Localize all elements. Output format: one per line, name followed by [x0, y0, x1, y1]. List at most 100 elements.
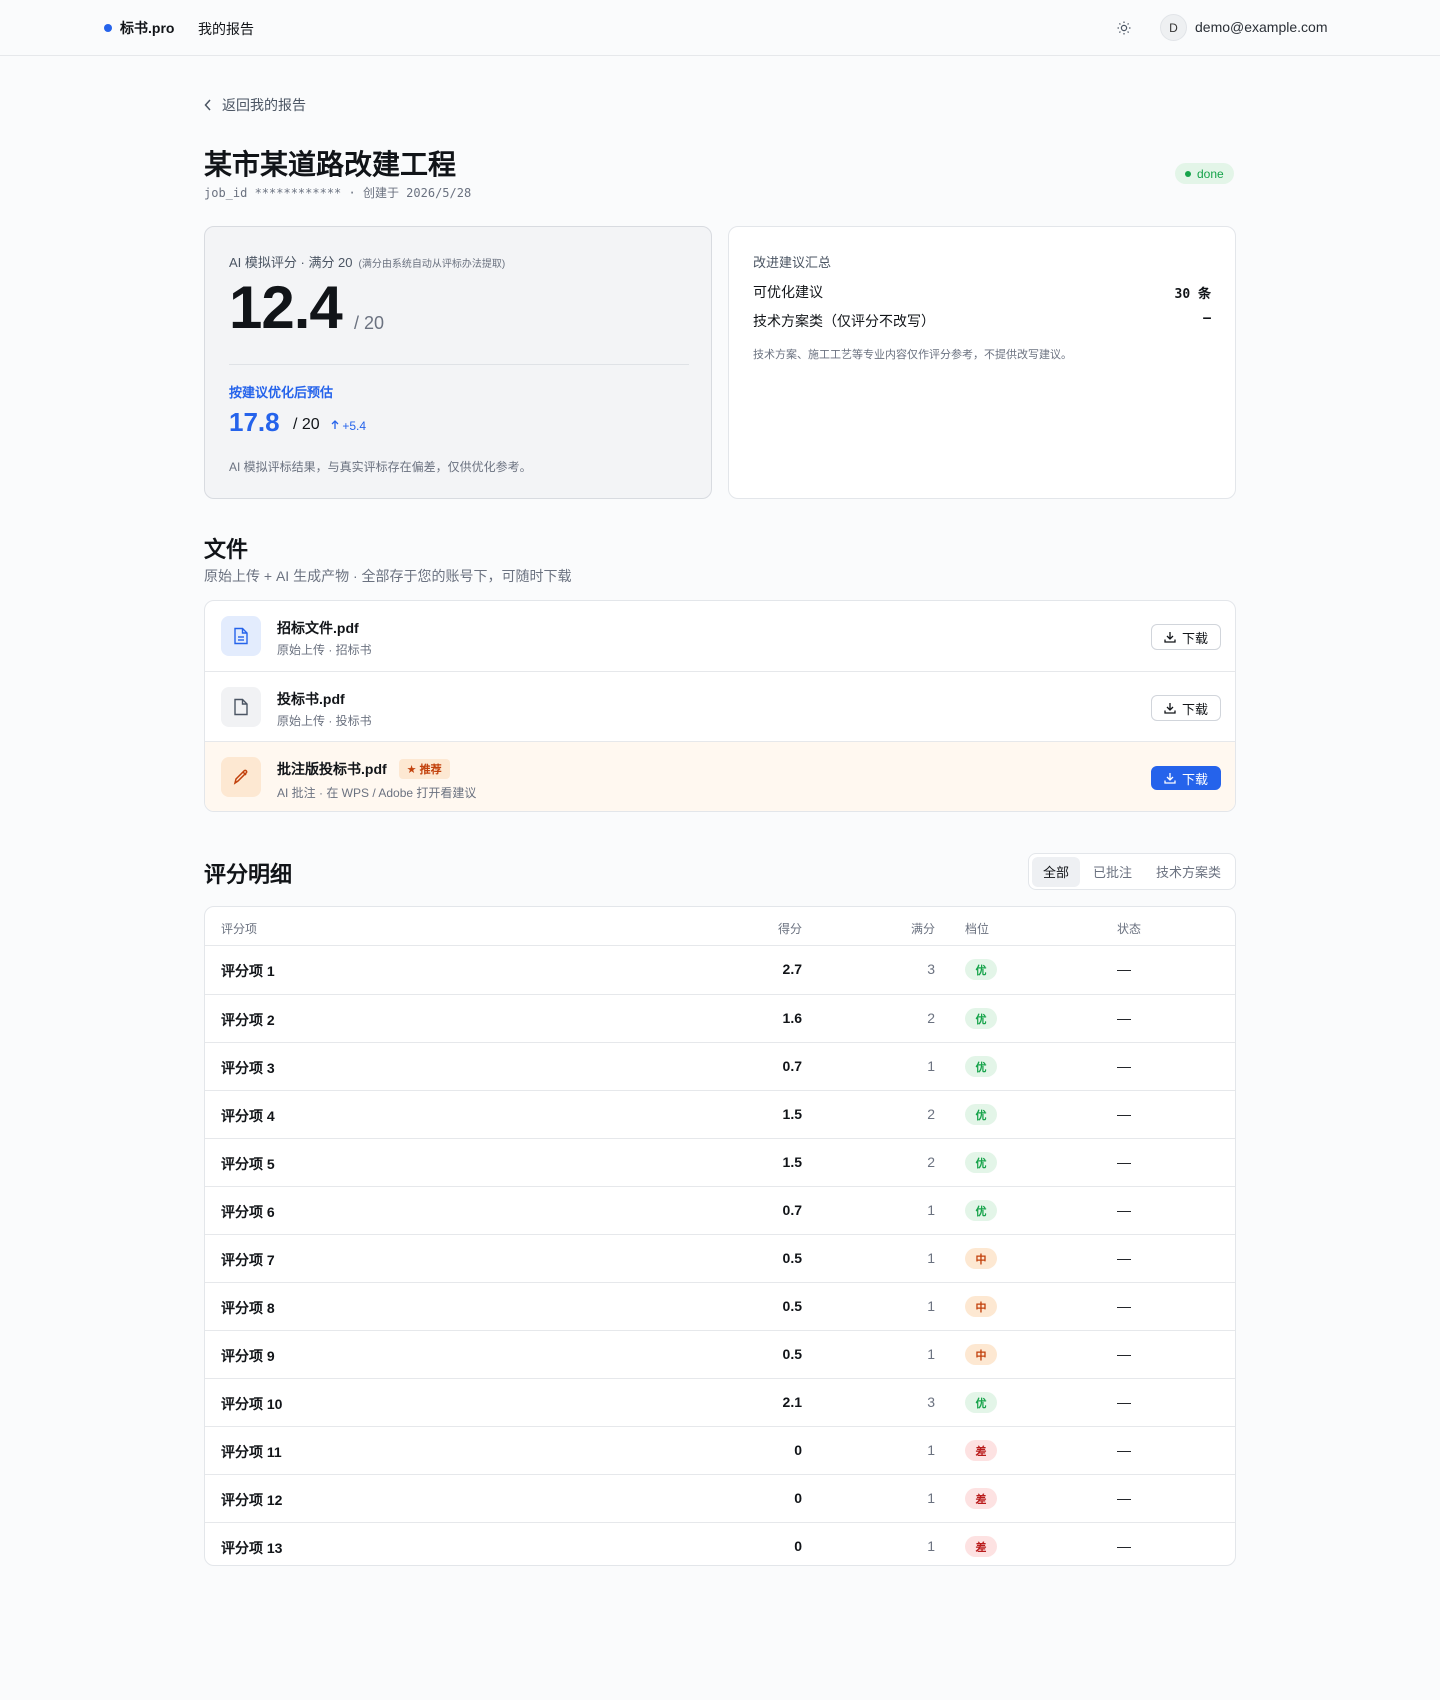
- item-name: 评分项 7: [221, 1252, 275, 1268]
- file-description: 原始上传 · 招标书: [277, 643, 372, 657]
- user-email[interactable]: demo@example.com: [1195, 19, 1328, 35]
- file-name-text: 批注版投标书.pdf: [277, 761, 387, 777]
- download-button[interactable]: 下载: [1151, 624, 1221, 650]
- item-max: 1: [927, 1058, 935, 1074]
- table-row[interactable]: 评分项 12 0 1 差 —: [205, 1474, 1235, 1522]
- table-row[interactable]: 评分项 11 0 1 差 —: [205, 1426, 1235, 1474]
- table-row[interactable]: 评分项 4 1.5 2 优 —: [205, 1090, 1235, 1138]
- chevron-left-icon: [204, 99, 211, 111]
- item-name: 评分项 10: [221, 1396, 283, 1412]
- download-button-primary[interactable]: 下载: [1151, 766, 1221, 790]
- grade-badge: 差: [965, 1488, 997, 1509]
- back-link[interactable]: 返回我的报告: [204, 95, 306, 115]
- item-status: —: [1117, 961, 1131, 977]
- item-score: 0: [794, 1442, 802, 1458]
- grade-badge: 优: [965, 1104, 997, 1125]
- download-icon: [1164, 632, 1176, 643]
- table-row[interactable]: 评分项 13 0 1 差 —: [205, 1522, 1235, 1565]
- item-name: 评分项 1: [221, 963, 275, 979]
- item-status: —: [1117, 1298, 1131, 1314]
- summary-row-value: 30 条: [1174, 287, 1211, 302]
- item-name: 评分项 8: [221, 1300, 275, 1316]
- table-row[interactable]: 评分项 3 0.7 1 优 —: [205, 1042, 1235, 1090]
- item-name: 评分项 6: [221, 1204, 275, 1220]
- tab-all[interactable]: 全部: [1032, 856, 1080, 887]
- item-max: 2: [927, 1010, 935, 1026]
- download-label: 下载: [1181, 630, 1208, 646]
- item-score: 0: [794, 1490, 802, 1506]
- item-max: 1: [927, 1490, 935, 1506]
- grade-badge: 中: [965, 1344, 997, 1365]
- item-score: 0.5: [782, 1298, 802, 1314]
- grade-badge: 中: [965, 1296, 997, 1317]
- table-row[interactable]: 评分项 2 1.6 2 优 —: [205, 994, 1235, 1042]
- file-name: 批注版投标书.pdf ★ 推荐: [277, 759, 450, 779]
- col-score: 得分: [777, 922, 802, 936]
- col-item: 评分项: [221, 922, 258, 936]
- item-status: —: [1117, 1394, 1131, 1410]
- item-status: —: [1117, 1442, 1131, 1458]
- item-score: 0: [794, 1538, 802, 1554]
- table-row[interactable]: 评分项 7 0.5 1 中 —: [205, 1234, 1235, 1282]
- col-grade: 档位: [965, 922, 990, 936]
- file-row: 招标文件.pdf 原始上传 · 招标书 下载: [205, 601, 1235, 671]
- avatar[interactable]: D: [1160, 14, 1187, 41]
- item-max: 3: [927, 961, 935, 977]
- grade-badge: 优: [965, 1392, 997, 1413]
- item-score: 1.5: [782, 1154, 802, 1170]
- summary-row-label: 可优化建议: [753, 284, 823, 300]
- item-max: 3: [927, 1394, 935, 1410]
- file-row: 投标书.pdf 原始上传 · 投标书 下载: [205, 671, 1235, 741]
- file-description: 原始上传 · 投标书: [277, 714, 372, 728]
- score-label: AI 模拟评分 · 满分 20 (满分由系统自动从评标办法提取): [229, 252, 505, 271]
- item-score: 1.5: [782, 1106, 802, 1122]
- table-row[interactable]: 评分项 10 2.1 3 优 —: [205, 1378, 1235, 1426]
- download-label: 下载: [1181, 771, 1208, 787]
- item-max: 2: [927, 1106, 935, 1122]
- arrow-up-icon: [331, 420, 339, 429]
- item-status: —: [1117, 1346, 1131, 1362]
- summary-title: 改进建议汇总: [753, 255, 832, 270]
- table-row[interactable]: 评分项 5 1.5 2 优 —: [205, 1138, 1235, 1186]
- item-name: 评分项 13: [221, 1540, 283, 1556]
- item-status: —: [1117, 1538, 1131, 1554]
- score-label-note: (满分由系统自动从评标办法提取): [358, 259, 506, 270]
- tab-technical[interactable]: 技术方案类: [1145, 857, 1232, 887]
- nav-my-reports[interactable]: 我的报告: [198, 19, 254, 39]
- file-name: 招标文件.pdf: [277, 618, 359, 638]
- brand-dot-icon: [104, 24, 112, 32]
- table-row[interactable]: 评分项 1 2.7 3 优 —: [205, 946, 1235, 994]
- pencil-icon: [221, 757, 261, 797]
- theme-toggle-sun-icon[interactable]: [1114, 18, 1134, 38]
- item-name: 评分项 2: [221, 1012, 275, 1028]
- table-row[interactable]: 评分项 6 0.7 1 优 —: [205, 1186, 1235, 1234]
- item-name: 评分项 3: [221, 1060, 275, 1076]
- top-nav: 标书.pro 我的报告 D demo@example.com: [0, 0, 1440, 56]
- optimized-score: 17.8: [229, 407, 280, 437]
- grade-badge: 中: [965, 1248, 997, 1269]
- score-table: 评分项 得分 满分 档位 状态 评分项 1 2.7 3 优 — 评分项 2 1.6 2 优 — 评分…: [204, 906, 1236, 1566]
- filter-tabs: 全部 已批注 技术方案类: [1028, 853, 1236, 890]
- score-divider: [229, 364, 689, 365]
- item-status: —: [1117, 1058, 1131, 1074]
- item-score: 0.7: [782, 1058, 802, 1074]
- item-score: 0.7: [782, 1202, 802, 1218]
- download-label: 下载: [1181, 701, 1208, 717]
- col-status: 状态: [1117, 922, 1142, 936]
- item-max: 1: [927, 1202, 935, 1218]
- status-dot-icon: [1185, 170, 1191, 177]
- summary-row-label: 技术方案类（仅评分不改写）: [753, 313, 935, 329]
- page-title: 某市某道路改建工程: [204, 149, 457, 180]
- item-status: —: [1117, 1106, 1131, 1122]
- table-row[interactable]: 评分项 9 0.5 1 中 —: [205, 1330, 1235, 1378]
- item-score: 0.5: [782, 1346, 802, 1362]
- status-text: done: [1197, 166, 1224, 181]
- item-score: 2.1: [782, 1394, 802, 1410]
- table-row[interactable]: 评分项 8 0.5 1 中 —: [205, 1282, 1235, 1330]
- item-score: 0.5: [782, 1250, 802, 1266]
- item-status: —: [1117, 1250, 1131, 1266]
- tab-annotated[interactable]: 已批注: [1082, 857, 1143, 887]
- brand-logo[interactable]: 标书.pro: [104, 18, 174, 38]
- download-button[interactable]: 下载: [1151, 695, 1221, 721]
- table-header: 评分项 得分 满分 档位 状态: [205, 907, 1235, 946]
